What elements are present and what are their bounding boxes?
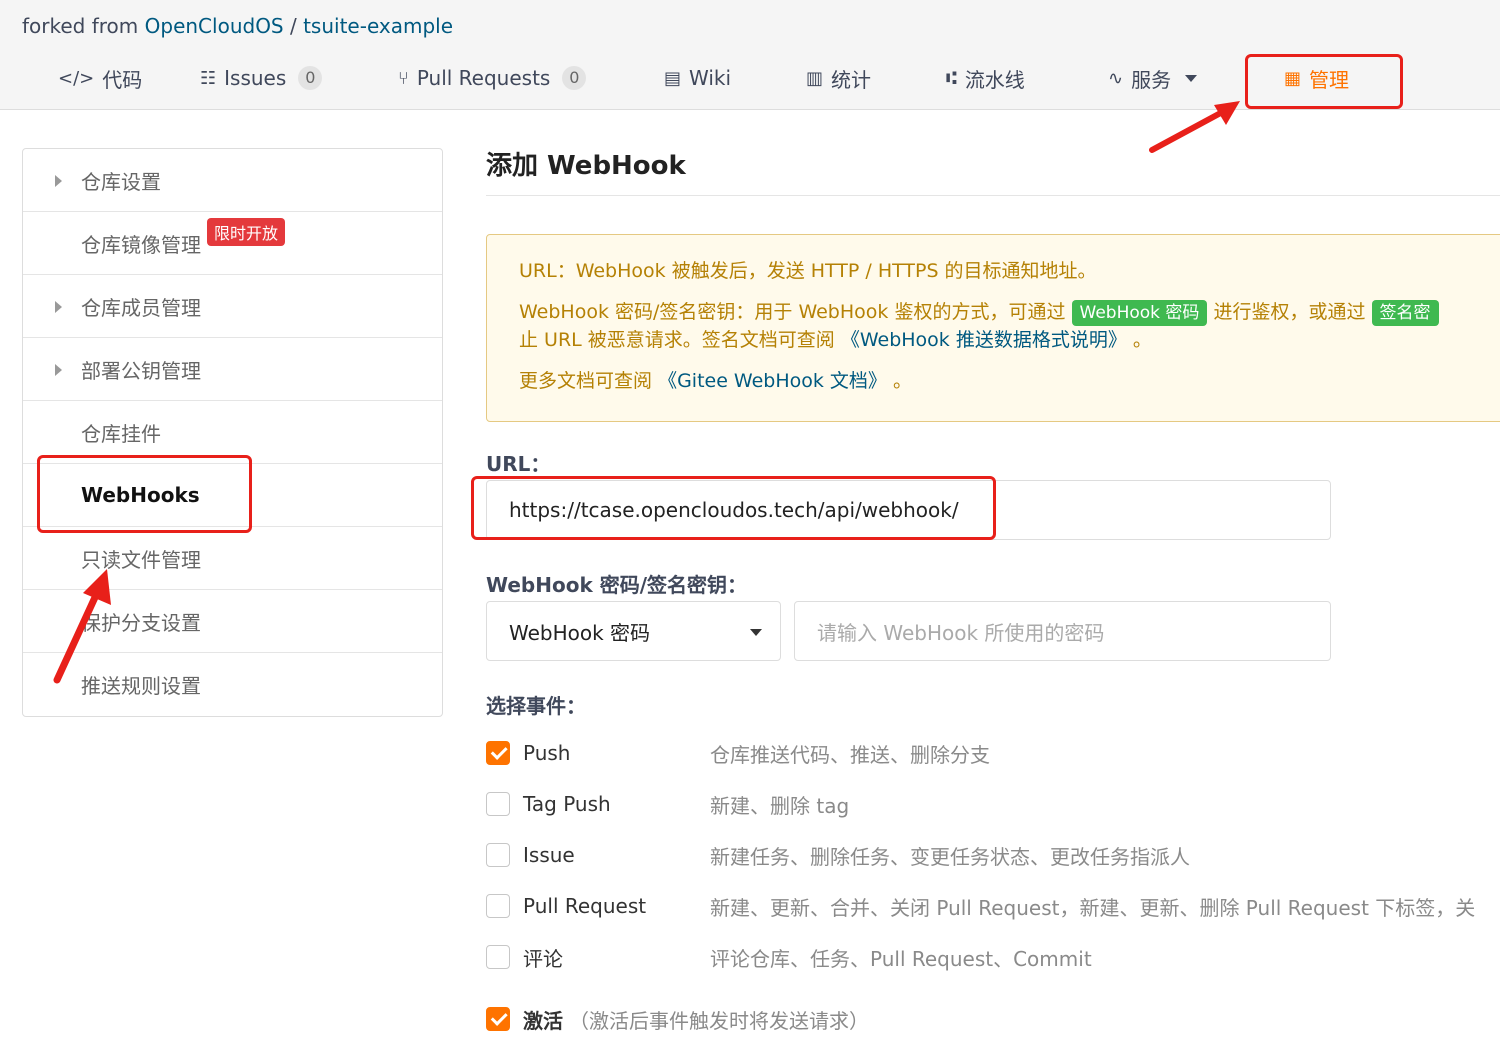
tab-service[interactable]: ∿ 服务: [1108, 56, 1198, 100]
pull-request-checkbox[interactable]: [486, 894, 510, 918]
secret-type-select[interactable]: WebHook 密码: [486, 601, 781, 661]
sidebar-item-members[interactable]: 仓库成员管理: [23, 275, 442, 338]
webhook-notice: URL：WebHook 被触发后，发送 HTTP / HTTPS 的目标通知地址…: [486, 234, 1500, 422]
activate-label: 激活: [523, 1008, 563, 1033]
annotation-arrow-icon: [53, 569, 111, 684]
tag-push-checkbox[interactable]: [486, 792, 510, 816]
push-checkbox[interactable]: [486, 741, 510, 765]
notice-line: URL：WebHook 被触发后，发送 HTTP / HTTPS 的目标通知地址…: [519, 257, 1483, 286]
annotation-box-webhooks: [37, 455, 252, 533]
event-name: 评论: [523, 946, 563, 971]
sidebar-item-label: 部署公钥管理: [81, 358, 201, 383]
gitee-webhook-doc-link[interactable]: 《Gitee WebHook 文档》: [658, 370, 887, 392]
tab-stats[interactable]: ▥ 统计: [806, 56, 871, 100]
annotation-box-manage: [1245, 54, 1403, 109]
tab-pull-requests-label: Pull Requests: [416, 66, 551, 90]
pull-request-icon: ⑂: [398, 67, 409, 89]
notice-period: 。: [1132, 329, 1152, 351]
notice-more-docs-text: 更多文档可查阅: [519, 369, 653, 392]
tab-code-label: 代码: [102, 67, 143, 92]
annotation-arrow-icon: [1149, 101, 1240, 153]
events-label: 选择事件：: [486, 694, 586, 718]
event-row-issue: Issue 新建任务、删除任务、变更任务状态、更改任务指派人: [486, 838, 1500, 872]
notice-secret-text-2: 进行鉴权，或通过: [1213, 300, 1366, 323]
fork-separator: /: [289, 14, 297, 38]
sidebar-item-mirror[interactable]: 仓库镜像管理 限时开放: [23, 212, 442, 275]
tab-code[interactable]: </> 代码: [58, 56, 142, 100]
push-format-doc-link[interactable]: 《WebHook 推送数据格式说明》: [841, 329, 1127, 351]
sidebar-item-label: 仓库挂件: [81, 421, 161, 446]
event-row-push: Push 仓库推送代码、推送、删除分支: [486, 736, 1500, 770]
page-title: 添加 WebHook: [486, 140, 1500, 196]
webhook-form: 添加 WebHook URL：WebHook 被触发后，发送 HTTP / HT…: [486, 140, 1500, 1033]
notice-signature-text: 止 URL 被恶意请求。签名文档可查阅: [519, 329, 835, 351]
issue-checkbox[interactable]: [486, 843, 510, 867]
notice-secret-text: WebHook 密码/签名密钥：用于 WebHook 鉴权的方式，可通过: [519, 300, 1066, 323]
pipeline-icon: ⑆: [946, 67, 957, 89]
fork-repo-link[interactable]: tsuite-example: [303, 14, 453, 38]
tab-pipeline-label: 流水线: [964, 67, 1025, 92]
tab-service-label: 服务: [1131, 67, 1172, 92]
caret-right-icon: [55, 364, 62, 376]
event-desc: 新建、删除 tag: [710, 793, 850, 818]
notice-url-text: URL：WebHook 被触发后，发送 HTTP / HTTPS 的目标通知地址…: [519, 260, 1097, 282]
stats-icon: ▥: [806, 67, 824, 89]
annotation-box-url: [471, 476, 996, 540]
caret-right-icon: [55, 301, 62, 313]
fork-owner-link[interactable]: OpenCloudOS: [145, 14, 284, 38]
event-name: Push: [523, 741, 571, 765]
tab-wiki[interactable]: ▤ Wiki: [664, 56, 731, 100]
secret-tag: WebHook 密码: [1071, 299, 1208, 326]
sidebar-item-deploy-keys[interactable]: 部署公钥管理: [23, 338, 442, 401]
event-row-pull-request: Pull Request 新建、更新、合并、关闭 Pull Request，新建…: [486, 889, 1500, 923]
fork-info: forked from OpenCloudOS / tsuite-example: [22, 14, 453, 38]
pull-requests-count: 0: [562, 66, 587, 90]
event-name: Issue: [523, 843, 575, 867]
secret-label: WebHook 密码/签名密钥：: [486, 573, 748, 597]
comment-checkbox[interactable]: [486, 945, 510, 969]
notice-line: 更多文档可查阅 《Gitee WebHook 文档》 。: [519, 367, 1483, 396]
forked-prefix: forked from: [22, 14, 139, 38]
caret-right-icon: [55, 175, 62, 187]
event-row-tag-push: Tag Push 新建、删除 tag: [486, 787, 1500, 821]
issues-icon: ☷: [200, 67, 217, 89]
sidebar-item-label: 仓库镜像管理: [81, 232, 201, 257]
activate-checkbox[interactable]: [486, 1007, 510, 1031]
activate-row: 激活 （激活后事件触发时将发送请求）: [486, 1002, 1500, 1036]
sidebar-item-repo-settings[interactable]: 仓库设置: [23, 149, 442, 212]
limited-badge: 限时开放: [207, 218, 286, 246]
tab-stats-label: 统计: [831, 67, 872, 92]
sidebar-item-label: 仓库设置: [81, 169, 161, 194]
tab-pipeline[interactable]: ⑆ 流水线: [946, 56, 1025, 100]
event-desc: 新建、更新、合并、关闭 Pull Request，新建、更新、删除 Pull R…: [710, 895, 1476, 920]
chevron-down-icon: [1185, 74, 1198, 82]
tab-wiki-label: Wiki: [689, 66, 732, 90]
signature-tag: 签名密: [1371, 299, 1439, 326]
notice-line: 止 URL 被恶意请求。签名文档可查阅 《WebHook 推送数据格式说明》 。: [519, 326, 1483, 355]
event-desc: 仓库推送代码、推送、删除分支: [710, 742, 990, 767]
secret-input[interactable]: 请输入 WebHook 所使用的密码: [794, 601, 1331, 661]
tab-issues-label: Issues: [224, 66, 287, 90]
chevron-down-icon: [750, 629, 762, 636]
activate-note: （激活后事件触发时将发送请求）: [569, 1008, 869, 1033]
url-label: URL：: [486, 452, 551, 476]
event-row-comment: 评论 评论仓库、任务、Pull Request、Commit: [486, 940, 1500, 974]
event-name: Pull Request: [523, 894, 647, 918]
tab-pull-requests[interactable]: ⑂ Pull Requests 0: [398, 56, 587, 100]
notice-line: WebHook 密码/签名密钥：用于 WebHook 鉴权的方式，可通过 Web…: [519, 298, 1483, 327]
code-icon: </>: [58, 67, 95, 89]
tab-issues[interactable]: ☷ Issues 0: [200, 56, 323, 100]
secret-type-value: WebHook 密码: [509, 620, 651, 645]
sidebar-item-label: 仓库成员管理: [81, 295, 201, 320]
service-icon: ∿: [1108, 67, 1124, 89]
issues-count: 0: [298, 66, 323, 90]
notice-period: 。: [892, 369, 912, 392]
event-desc: 评论仓库、任务、Pull Request、Commit: [710, 946, 1092, 971]
wiki-icon: ▤: [664, 67, 682, 89]
event-name: Tag Push: [523, 792, 611, 816]
event-desc: 新建任务、删除任务、变更任务状态、更改任务指派人: [710, 844, 1190, 869]
